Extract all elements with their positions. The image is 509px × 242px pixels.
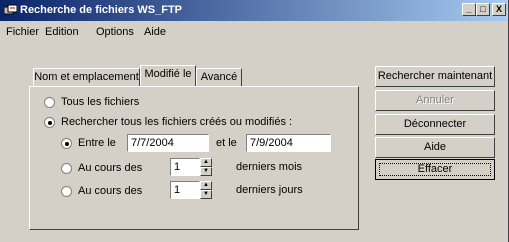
menu-bar: Fichier Edition Options Aide [0,23,507,42]
disconnect-button[interactable]: Déconnecter [375,114,495,135]
menu-aide[interactable]: Aide [144,26,166,38]
tab-avance[interactable]: Avancé [196,68,242,86]
search-now-button[interactable]: Rechercher maintenant [375,66,495,87]
window-title: Recherche de fichiers WS_FTP [20,4,182,16]
tab-nom-et-emplacement[interactable]: Nom et emplacement [33,68,140,86]
tab-label: Avancé [200,71,238,83]
minimize-button[interactable]: _ [462,3,476,16]
title-bar[interactable]: Recherche de fichiers WS_FTP _ □ X [0,0,507,21]
menu-options[interactable]: Options [96,26,134,38]
help-button[interactable]: Aide [375,137,495,158]
menu-fichier[interactable]: Fichier [6,26,39,38]
close-button[interactable]: X [492,3,506,16]
tab-label: Nom et emplacement [34,71,139,83]
tab-modifie-le[interactable]: Modifié le [140,65,196,86]
ws-ftp-app-icon[interactable] [4,4,17,16]
tab-label: Modifié le [144,68,192,80]
search-files-window: Recherche de fichiers WS_FTP _ □ X Fichi… [0,0,509,242]
clear-button-label: Effacer [417,163,453,175]
menu-edition[interactable]: Edition [45,26,79,38]
minimize-icon: _ [466,4,472,14]
clear-button[interactable]: Effacer [375,159,495,180]
maximize-button[interactable]: □ [476,3,490,16]
close-icon: X [495,4,502,14]
tab-panel-modifie-le [29,86,359,230]
maximize-icon: □ [480,4,486,14]
cancel-button[interactable]: Annuler [375,90,495,111]
